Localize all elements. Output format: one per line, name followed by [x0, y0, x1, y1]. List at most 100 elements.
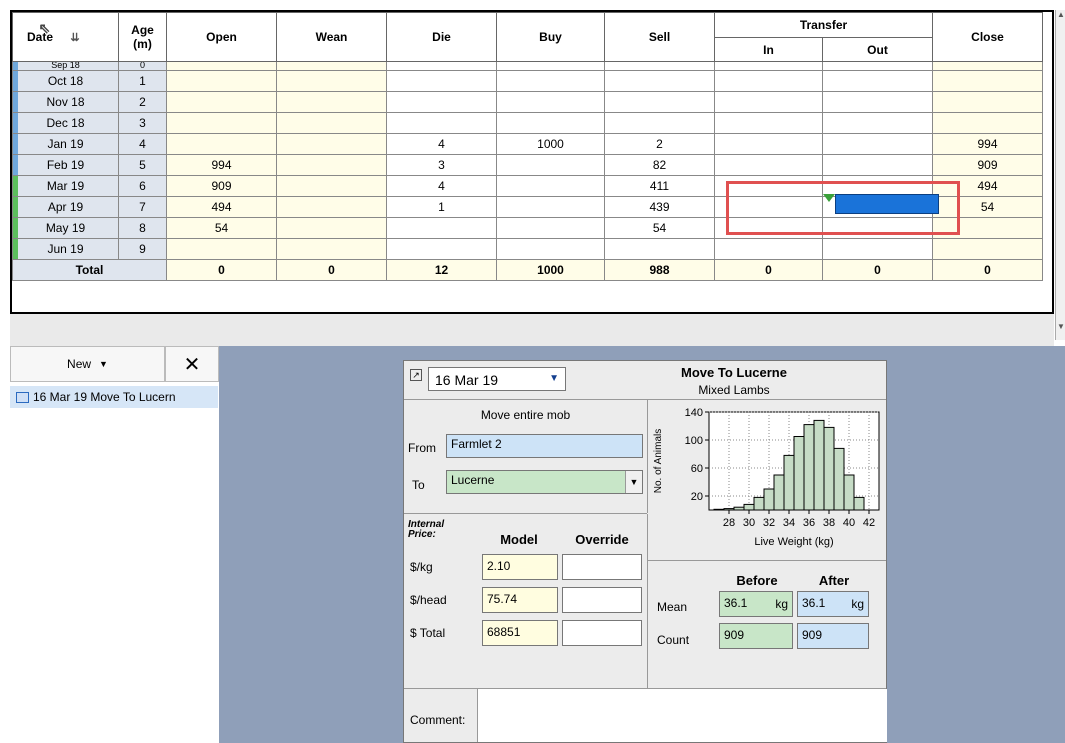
header-close[interactable]: Close [932, 12, 1043, 62]
cell-out[interactable] [822, 154, 933, 176]
cell-open[interactable] [166, 70, 277, 92]
header-transfer[interactable]: Transfer [714, 12, 933, 38]
row-date[interactable]: Apr 19 [12, 196, 119, 218]
row-date[interactable]: May 19 [12, 217, 119, 239]
cell-out[interactable] [822, 133, 933, 155]
cell-wean[interactable] [276, 91, 387, 113]
row-date[interactable]: Oct 18 [12, 70, 119, 92]
cell-die[interactable] [386, 91, 497, 113]
cell-wean[interactable] [276, 175, 387, 197]
cell-buy[interactable] [496, 175, 605, 197]
row-date[interactable]: Nov 18 [12, 91, 119, 113]
price-model-field[interactable]: 2.10 [482, 554, 558, 580]
cell-wean[interactable] [276, 196, 387, 218]
row-age[interactable]: 6 [118, 175, 167, 197]
header-sell[interactable]: Sell [604, 12, 715, 62]
row-age[interactable]: 9 [118, 238, 167, 260]
cell-in[interactable] [714, 70, 823, 92]
cell-open[interactable] [166, 238, 277, 260]
to-select[interactable]: Lucerne ▼ [446, 470, 643, 494]
cell-sell[interactable]: 2 [604, 133, 715, 155]
row-age[interactable]: 7 [118, 196, 167, 218]
cell-in[interactable] [714, 133, 823, 155]
header-die[interactable]: Die [386, 12, 497, 62]
cell-die[interactable] [386, 217, 497, 239]
row-age[interactable]: 5 [118, 154, 167, 176]
price-override-field[interactable] [562, 620, 642, 646]
cell-die[interactable]: 1 [386, 196, 497, 218]
cell-open[interactable] [166, 133, 277, 155]
date-picker[interactable]: 16 Mar 19 ▼ [428, 367, 566, 391]
expand-icon[interactable]: ↗ [410, 369, 422, 381]
cell-close[interactable] [932, 91, 1043, 113]
cell-wean[interactable] [276, 217, 387, 239]
cell-in[interactable] [714, 238, 823, 260]
cell-close[interactable] [932, 70, 1043, 92]
event-item[interactable]: 16 Mar 19 Move To Lucern [10, 386, 218, 408]
cell-buy[interactable] [496, 70, 605, 92]
table-row[interactable]: Feb 19 5 994 3 82 909 [12, 154, 1043, 176]
cell-wean[interactable] [276, 70, 387, 92]
cell-wean[interactable] [276, 238, 387, 260]
cell-buy[interactable] [496, 196, 605, 218]
scroll-up-icon[interactable]: ▲ [1056, 10, 1065, 24]
cell-buy[interactable] [496, 238, 605, 260]
cell-in[interactable] [714, 112, 823, 134]
cell-buy[interactable] [496, 217, 605, 239]
filter-icon[interactable]: ⇊ [70, 32, 79, 44]
new-button[interactable]: New ▼ [10, 346, 165, 382]
from-field[interactable]: Farmlet 2 [446, 434, 643, 458]
cell-out[interactable] [822, 91, 933, 113]
row-date[interactable]: Jun 19 [12, 238, 119, 260]
scroll-down-icon[interactable]: ▼ [1056, 322, 1065, 336]
cell-sell[interactable]: 411 [604, 175, 715, 197]
price-model-field[interactable]: 75.74 [482, 587, 558, 613]
cell-wean[interactable] [276, 133, 387, 155]
header-transfer-out[interactable]: Out [822, 37, 933, 62]
cell-close[interactable]: 909 [932, 154, 1043, 176]
table-row[interactable]: Jun 19 9 [12, 238, 1043, 260]
cell-wean[interactable] [276, 154, 387, 176]
chevron-down-icon[interactable]: ▼ [625, 471, 642, 493]
close-icon[interactable]: ✕ [165, 346, 219, 382]
table-row[interactable]: Jan 19 4 4 1000 2 994 [12, 133, 1043, 155]
comment-field[interactable] [477, 689, 887, 742]
row-age[interactable]: 1 [118, 70, 167, 92]
cell-close[interactable] [932, 112, 1043, 134]
row-age[interactable]: 2 [118, 91, 167, 113]
table-row[interactable]: Nov 18 2 [12, 91, 1043, 113]
cell-sell[interactable] [604, 112, 715, 134]
cell-sell[interactable]: 82 [604, 154, 715, 176]
cell-sell[interactable] [604, 91, 715, 113]
row-date[interactable]: Dec 18 [12, 112, 119, 134]
header-open[interactable]: Open [166, 12, 277, 62]
cell-open[interactable]: 909 [166, 175, 277, 197]
cell-sell[interactable] [604, 70, 715, 92]
row-date[interactable]: Mar 19 [12, 175, 119, 197]
header-wean[interactable]: Wean [276, 12, 387, 62]
header-buy[interactable]: Buy [496, 12, 605, 62]
price-override-field[interactable] [562, 554, 642, 580]
cell-sell[interactable]: 439 [604, 196, 715, 218]
cell-die[interactable]: 3 [386, 154, 497, 176]
cell-die[interactable] [386, 238, 497, 260]
cell-buy[interactable]: 1000 [496, 133, 605, 155]
cell-open[interactable] [166, 112, 277, 134]
cell-out[interactable] [822, 70, 933, 92]
cell-die[interactable] [386, 70, 497, 92]
row-age[interactable]: 4 [118, 133, 167, 155]
cell-open[interactable]: 54 [166, 217, 277, 239]
row-date[interactable]: Feb 19 [12, 154, 119, 176]
cell-open[interactable]: 494 [166, 196, 277, 218]
grid-scrollbar[interactable]: ▲ ▼ [1055, 10, 1065, 340]
cell-buy[interactable] [496, 91, 605, 113]
cell-out[interactable] [822, 238, 933, 260]
price-model-field[interactable]: 68851 [482, 620, 558, 646]
row-age[interactable]: 3 [118, 112, 167, 134]
row-age[interactable]: 8 [118, 217, 167, 239]
cell-sell[interactable] [604, 238, 715, 260]
cell-open[interactable] [166, 91, 277, 113]
row-date[interactable]: Jan 19 [12, 133, 119, 155]
cell-die[interactable]: 4 [386, 175, 497, 197]
header-date[interactable]: ⇖ Date ⇊ [12, 12, 119, 62]
